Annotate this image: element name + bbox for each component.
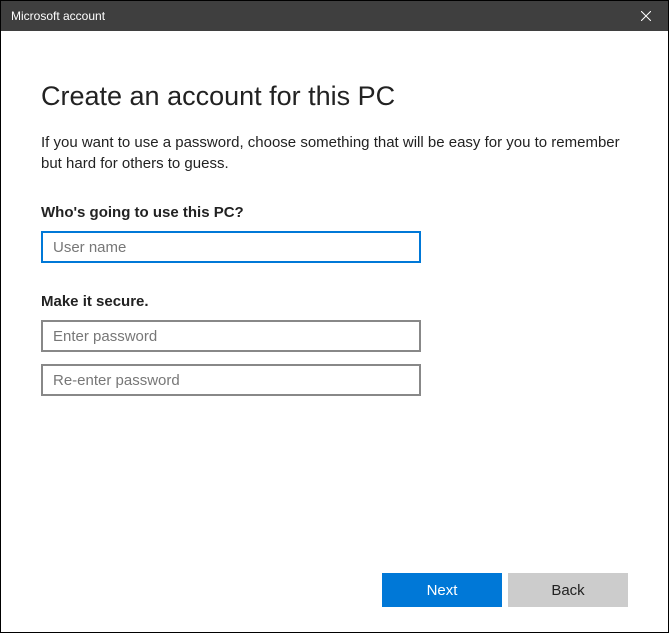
window-title: Microsoft account — [11, 9, 105, 23]
account-creation-window: Microsoft account Create an account for … — [0, 0, 669, 633]
page-description: If you want to use a password, choose so… — [41, 132, 628, 174]
titlebar: Microsoft account — [1, 1, 668, 31]
button-row: Next Back — [382, 573, 628, 607]
close-icon — [641, 11, 651, 21]
back-button[interactable]: Back — [508, 573, 628, 607]
password-section-label: Make it secure. — [41, 293, 628, 310]
username-label: Who's going to use this PC? — [41, 204, 628, 221]
password-input[interactable] — [41, 320, 421, 352]
username-input[interactable] — [41, 231, 421, 263]
content-area: Create an account for this PC If you wan… — [1, 31, 668, 632]
page-heading: Create an account for this PC — [41, 81, 628, 112]
close-button[interactable] — [623, 1, 668, 31]
next-button[interactable]: Next — [382, 573, 502, 607]
confirm-password-input[interactable] — [41, 364, 421, 396]
